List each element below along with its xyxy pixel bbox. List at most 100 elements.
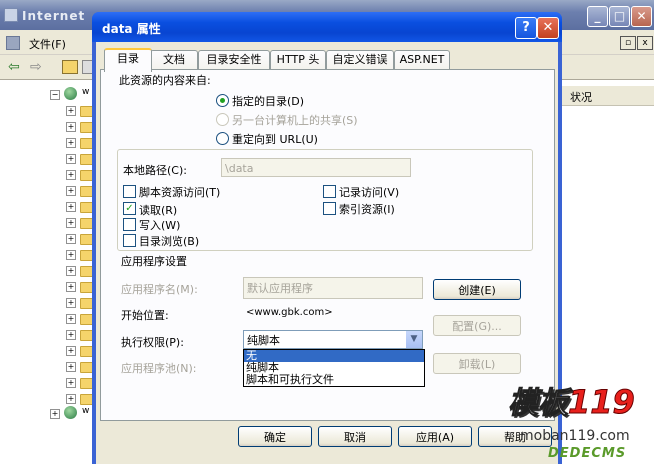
menu-file[interactable]: 文件(F) (29, 36, 66, 52)
exec-perm-dropdown-list[interactable]: 无 纯脚本 脚本和可执行文件 (243, 349, 425, 387)
tree-folder-row[interactable]: + (66, 152, 94, 166)
watermark-brand-num: 119 (568, 383, 636, 422)
tree-folder-row[interactable]: + (66, 280, 94, 294)
dropdown-option-scripts-executables[interactable]: 脚本和可执行文件 (244, 374, 424, 386)
tree-expander-plus[interactable]: + (66, 298, 76, 308)
tab-custom-errors[interactable]: 自定义错误 (326, 50, 394, 69)
checkbox-label-directory-browsing[interactable]: 目录浏览(B) (139, 233, 199, 249)
tree-expander-plus[interactable]: + (66, 170, 76, 180)
tree-expander-plus[interactable]: + (66, 218, 76, 228)
tree-folder-row[interactable]: + (66, 248, 94, 262)
tab-http-headers[interactable]: HTTP 头 (270, 50, 326, 69)
background-window-title: Internet (22, 9, 86, 23)
directory-tab-panel: 此资源的内容来自: 指定的目录(D) 另一台计算机上的共享(S) 重定向到 UR… (100, 69, 555, 421)
checkbox-label-log-visits[interactable]: 记录访问(V) (339, 184, 399, 200)
tree-folder-row[interactable]: + (66, 344, 94, 358)
watermark-tag: DEDECMS (548, 446, 627, 461)
checkbox-read[interactable]: ✓ (123, 202, 136, 215)
checkbox-label-read[interactable]: 读取(R) (139, 202, 177, 218)
chevron-down-icon[interactable]: ▼ (405, 331, 422, 348)
checkbox-label-script-source-access[interactable]: 脚本资源访问(T) (139, 184, 220, 200)
radio-specified-directory[interactable] (216, 94, 229, 107)
tree-expander-plus[interactable]: + (66, 106, 76, 116)
checkbox-index-resource[interactable] (323, 202, 336, 215)
tree-folder-row[interactable]: + (66, 360, 94, 374)
dialog-title: data 属性 (102, 22, 161, 36)
mmc-icon (6, 36, 20, 50)
exec-perm-select[interactable]: 纯脚本 ▼ (243, 330, 423, 349)
tree-expander-plus[interactable]: + (66, 122, 76, 132)
tab-documents[interactable]: 文档 (150, 50, 198, 69)
mdi-close-button[interactable]: x (637, 36, 653, 50)
cancel-button[interactable]: 取消 (318, 426, 392, 447)
unload-button: 卸载(L) (433, 353, 521, 374)
globe-icon (64, 406, 77, 419)
tree-expander-plus[interactable]: + (66, 346, 76, 356)
tree-node-label[interactable]: w (82, 87, 89, 97)
maximize-button[interactable]: □ (609, 6, 630, 27)
tree-expander-minus[interactable]: − (50, 90, 60, 100)
app-name-field: 默认应用程序 (243, 277, 423, 299)
tree-folder-row[interactable]: + (66, 200, 94, 214)
tree-folder-row[interactable]: + (66, 168, 94, 182)
radio-label-specified-directory[interactable]: 指定的目录(D) (232, 93, 304, 109)
tree-folder-row[interactable]: + (66, 120, 94, 134)
tree-expander-plus[interactable]: + (66, 266, 76, 276)
tree-folder-row[interactable]: + (66, 184, 94, 198)
create-button[interactable]: 创建(E) (433, 279, 521, 300)
tree-expander-plus[interactable]: + (66, 378, 76, 388)
tree-expander-plus[interactable]: + (66, 362, 76, 372)
forward-arrow-icon[interactable]: ⇨ (30, 59, 42, 75)
checkbox-log-visits[interactable] (323, 185, 336, 198)
watermark-brand-cn: 模板 (508, 386, 569, 422)
close-icon[interactable]: ✕ (537, 17, 559, 39)
apply-button[interactable]: 应用(A) (398, 426, 472, 447)
tree-folder-row[interactable]: + (66, 296, 94, 310)
checkbox-write[interactable] (123, 218, 136, 231)
tree-expander-plus[interactable]: + (66, 282, 76, 292)
close-window-button[interactable]: ✕ (631, 6, 652, 27)
tree-expander-plus[interactable]: + (66, 330, 76, 340)
tree-expander-plus[interactable]: + (66, 394, 76, 404)
column-header-status[interactable]: 状况 (562, 86, 654, 106)
checkbox-script-source-access[interactable] (123, 185, 136, 198)
tree-expander-plus[interactable]: + (50, 409, 60, 419)
tree-folder-row[interactable]: + (66, 392, 94, 406)
checkbox-label-index-resource[interactable]: 索引资源(I) (339, 201, 395, 217)
app-pool-label: 应用程序池(N): (121, 362, 197, 375)
tree-expander-plus[interactable]: + (66, 314, 76, 324)
tree-folder-row[interactable]: + (66, 232, 94, 246)
source-heading: 此资源的内容来自: (119, 74, 211, 87)
back-arrow-icon[interactable]: ⇦ (8, 59, 20, 75)
tree-expander-plus[interactable]: + (66, 138, 76, 148)
radio-label-redirect-url[interactable]: 重定向到 URL(U) (232, 131, 318, 147)
up-folder-icon[interactable] (62, 60, 78, 74)
tree-folder-row[interactable]: + (66, 376, 94, 390)
tree-folder-row[interactable]: + (66, 216, 94, 230)
tree-folder-row[interactable]: + (66, 104, 94, 118)
checkbox-directory-browsing[interactable] (123, 234, 136, 247)
checkbox-label-write[interactable]: 写入(W) (139, 217, 180, 233)
tree-expander-plus[interactable]: + (66, 154, 76, 164)
tree-node-label[interactable]: w (82, 406, 89, 416)
tree-expander-plus[interactable]: + (66, 186, 76, 196)
tree-expander-plus[interactable]: + (66, 202, 76, 212)
radio-label-network-share: 另一台计算机上的共享(S) (232, 114, 358, 127)
app-settings-heading: 应用程序设置 (121, 255, 187, 268)
mdi-restore-button[interactable]: ▫ (620, 36, 636, 50)
help-icon[interactable]: ? (515, 17, 537, 39)
minimize-button[interactable]: _ (587, 6, 608, 27)
tree-folder-row[interactable]: + (66, 136, 94, 150)
tab-directory[interactable]: 目录 (104, 48, 152, 72)
tree-pane: − w + + + + + + + + + + + + + + + + + + + + w (0, 80, 96, 464)
exec-perm-label: 执行权限(P): (121, 336, 184, 349)
tree-folder-row[interactable]: + (66, 264, 94, 278)
tab-directory-security[interactable]: 目录安全性 (198, 50, 270, 69)
tree-folder-row[interactable]: + (66, 312, 94, 326)
tree-folder-row[interactable]: + (66, 328, 94, 342)
tree-expander-plus[interactable]: + (66, 250, 76, 260)
tab-aspnet[interactable]: ASP.NET (394, 50, 450, 69)
ok-button[interactable]: 确定 (238, 426, 312, 447)
radio-redirect-url[interactable] (216, 132, 229, 145)
tree-expander-plus[interactable]: + (66, 234, 76, 244)
